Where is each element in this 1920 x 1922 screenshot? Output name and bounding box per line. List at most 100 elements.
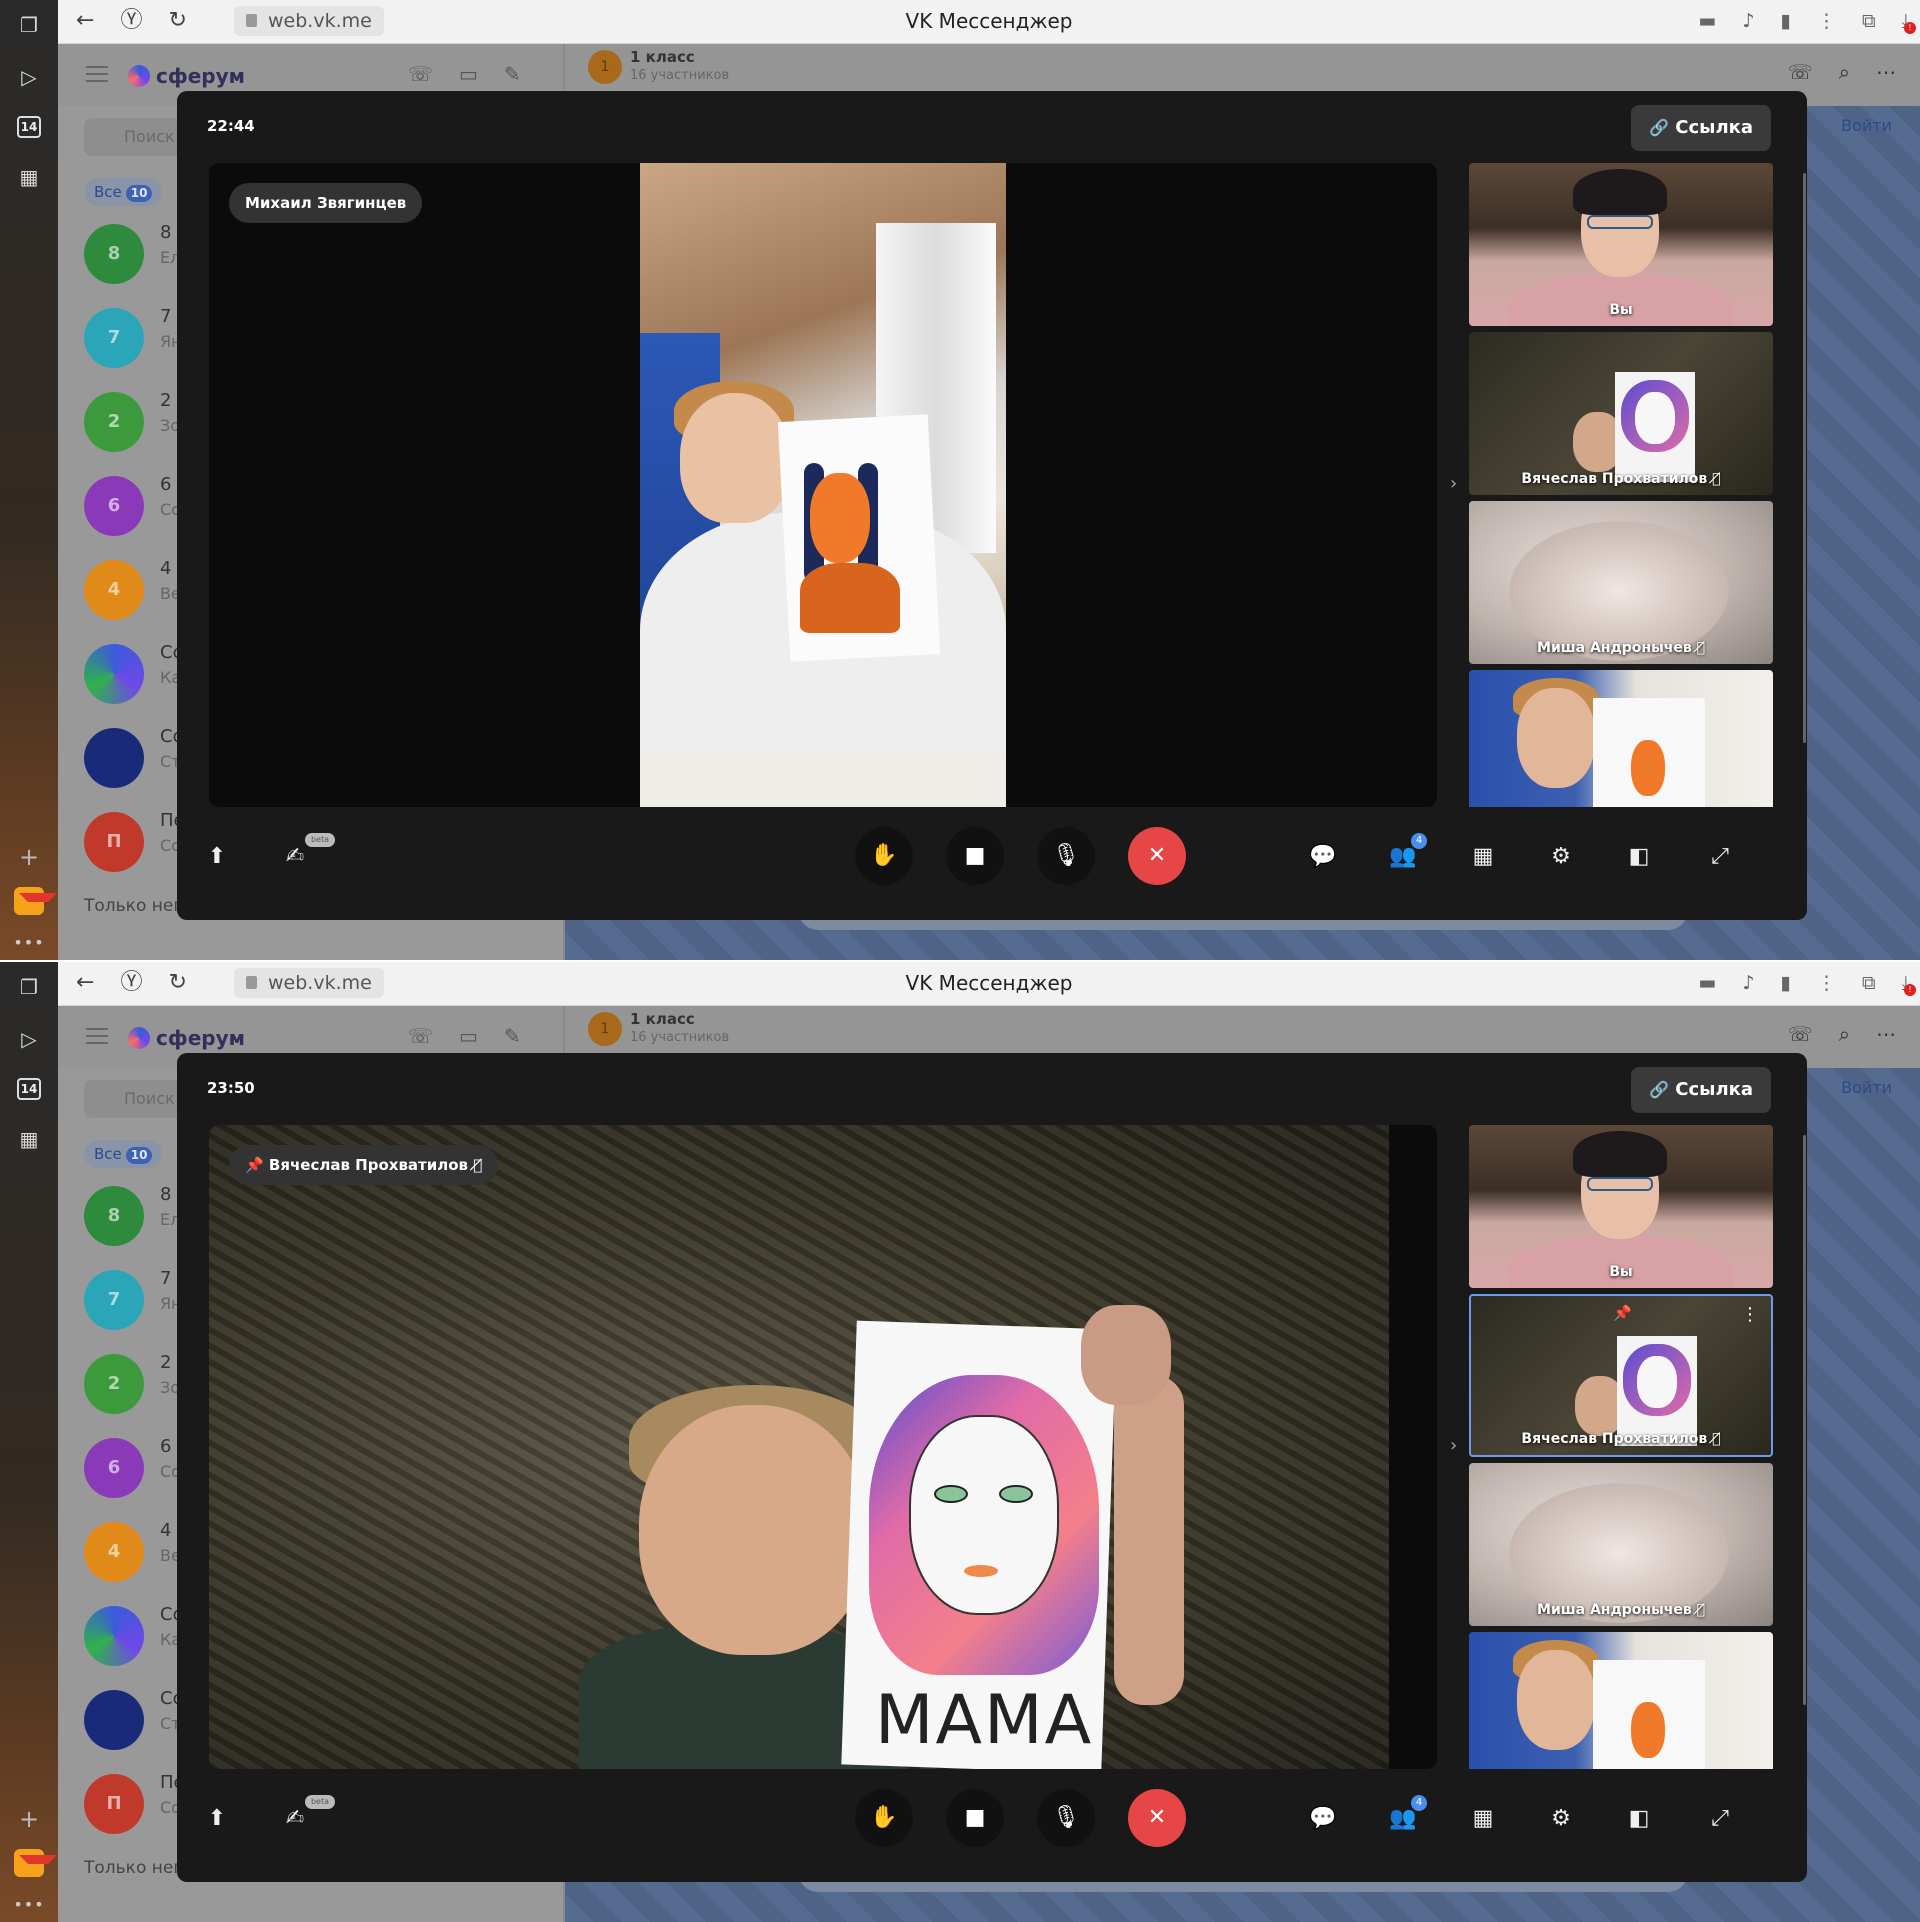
avatar: П [84,1774,144,1834]
menu-icon[interactable] [86,1028,108,1044]
participant-tile-vyacheslav[interactable]: 📌 ⋮ Вячеслав Прохватилов 🎙̸ [1469,1294,1773,1457]
participant-tile-vyacheslav[interactable]: Вячеслав Прохватилов 🎙̸ [1469,332,1773,495]
tabs-icon[interactable]: ❐ [16,974,42,1000]
call-window: 23:50 🔗 Ссылка МАМА 📌 Вячеслав Прохватило… [177,1053,1807,1882]
archive-icon[interactable]: ▭ [459,1024,478,1048]
new-call-icon[interactable]: ☏ [408,1024,433,1048]
link-button[interactable]: 🔗 Ссылка [1631,1067,1771,1113]
drawing-caption: МАМА [874,1681,1094,1760]
main-video[interactable]: МАМА 📌 Вячеслав Прохватилов 🎙̸ [209,1125,1437,1769]
more-vertical-icon[interactable]: ⋮ [1741,1306,1759,1324]
participants-scrollbar[interactable] [1803,1135,1806,1705]
mic-indicator-icon[interactable]: ♪ [1742,8,1754,34]
mic-off-icon: 🎙̸ [1712,1431,1721,1447]
chat-icon[interactable]: 💬 [1303,837,1343,877]
pip-icon[interactable]: ◧ [1619,1799,1659,1839]
end-call-button[interactable]: ✕ [1128,1789,1186,1847]
apps-grid-icon[interactable]: ▦ [16,1126,42,1152]
link-icon: 🔗 [1649,118,1670,137]
participant-tile-misha[interactable]: Миша Андронычев 🎙̸ [1469,1463,1773,1626]
download-icon[interactable]: ⤓! [1902,8,1916,34]
participant-tile-misha[interactable]: Миша Андронычев 🎙̸ [1469,501,1773,664]
call-icon[interactable]: ☏ [1788,1022,1813,1046]
browser-side-rail: ❐ ▷ 14 ▦ + ••• [0,962,58,1922]
camera-button[interactable]: ■ [946,1789,1004,1847]
chat-subtitle: 16 участников [630,1030,730,1045]
raise-hand-button[interactable]: ✋ [855,1789,913,1847]
avatar [84,1690,144,1750]
fullscreen-icon[interactable]: ⤢ [1700,1799,1740,1839]
search-icon[interactable]: ⌕ [1839,1022,1850,1046]
settings-icon[interactable]: ⚙ [1541,1799,1581,1839]
play-icon[interactable]: ▷ [16,64,42,90]
more-dots-icon[interactable]: ••• [13,933,44,952]
camera-indicator-icon[interactable]: ▬ [1698,8,1716,34]
screen-share-icon[interactable]: ⬆ [197,837,237,877]
filter-all[interactable]: Все 10 [84,1140,163,1168]
participants-scrollbar[interactable] [1803,173,1806,743]
screenshot-top: ❐ ▷ 14 ▦ + ••• ← Ⓨ ↻ web.vk.me VK Мессен… [0,0,1920,960]
menu-dots-icon[interactable]: ⋮ [1817,970,1836,996]
mic-off-icon: 🎙̸ [473,1156,483,1174]
settings-icon[interactable]: ⚙ [1541,837,1581,877]
bookmark-icon[interactable]: ▮ [1781,8,1791,34]
download-icon[interactable]: ⤓! [1902,970,1916,996]
compose-icon[interactable]: ✎ [504,1024,521,1048]
main-video[interactable]: Михаил Звягинцев [209,163,1437,807]
pin-icon[interactable]: 📌 [1613,1304,1632,1322]
chevron-right-icon[interactable]: › [1450,1435,1457,1456]
menu-icon[interactable] [86,66,108,82]
participant-tile-mikhail[interactable] [1469,670,1773,807]
call-icon[interactable]: ☏ [1788,60,1813,84]
join-call-button[interactable]: Войти [1841,1078,1892,1097]
participant-tile-you[interactable]: Вы [1469,163,1773,326]
mic-indicator-icon[interactable]: ♪ [1742,970,1754,996]
speaker-name-tag: 📌 Вячеслав Прохватилов 🎙̸ [229,1145,499,1185]
new-call-icon[interactable]: ☏ [408,62,433,86]
speaker-name-tag: Михаил Звягинцев [229,183,423,223]
messenger-icon[interactable]: ⧉ [1862,8,1876,34]
chevron-right-icon[interactable]: › [1450,473,1457,494]
bookmark-icon[interactable]: ▮ [1781,970,1791,996]
browser-side-rail: ❐ ▷ 14 ▦ + ••• [0,0,58,960]
filter-all[interactable]: Все 10 [84,178,163,206]
participants-strip: Вы 📌 ⋮ Вячеслав Прохватилов 🎙̸ Миша Андр… [1469,1125,1773,1769]
fullscreen-icon[interactable]: ⤢ [1700,837,1740,877]
menu-dots-icon[interactable]: ⋮ [1817,8,1836,34]
chat-avatar: 1 [588,50,622,84]
archive-icon[interactable]: ▭ [459,62,478,86]
participant-tile-you[interactable]: Вы [1469,1125,1773,1288]
sferum-logo-icon [128,1027,150,1049]
camera-button[interactable]: ■ [946,827,1004,885]
pip-icon[interactable]: ◧ [1619,837,1659,877]
more-icon[interactable]: ⋯ [1876,60,1896,84]
more-dots-icon[interactable]: ••• [13,1895,44,1914]
mail-icon[interactable] [14,1849,57,1877]
play-icon[interactable]: ▷ [16,1026,42,1052]
compose-icon[interactable]: ✎ [504,62,521,86]
add-panel-icon[interactable]: + [19,1807,39,1831]
microphone-button[interactable]: 🎙 [1037,827,1095,885]
search-icon[interactable]: ⌕ [1839,60,1850,84]
mail-icon[interactable] [14,887,57,915]
participants-strip: Вы Вячеслав Прохватилов 🎙̸ Миша Андроныч… [1469,163,1773,807]
more-icon[interactable]: ⋯ [1876,1022,1896,1046]
link-button[interactable]: 🔗 Ссылка [1631,105,1771,151]
join-call-button[interactable]: Войти [1841,116,1892,135]
chat-icon[interactable]: 💬 [1303,1799,1343,1839]
end-call-button[interactable]: ✕ [1128,827,1186,885]
browser-toolbar: ← Ⓨ ↻ web.vk.me VK Мессенджер ▬ ♪ ▮ ⋮ ⧉ … [58,0,1920,44]
add-panel-icon[interactable]: + [19,845,39,869]
participant-tile-mikhail[interactable] [1469,1632,1773,1769]
calendar-icon[interactable]: 14 [17,116,41,138]
raise-hand-button[interactable]: ✋ [855,827,913,885]
tabs-icon[interactable]: ❐ [16,12,42,38]
messenger-icon[interactable]: ⧉ [1862,970,1876,996]
camera-indicator-icon[interactable]: ▬ [1698,970,1716,996]
microphone-button[interactable]: 🎙 [1037,1789,1095,1847]
apps-grid-icon[interactable]: ▦ [16,164,42,190]
screen-share-icon[interactable]: ⬆ [197,1799,237,1839]
grid-layout-icon[interactable]: ▦ [1463,837,1503,877]
grid-layout-icon[interactable]: ▦ [1463,1799,1503,1839]
calendar-icon[interactable]: 14 [17,1078,41,1100]
